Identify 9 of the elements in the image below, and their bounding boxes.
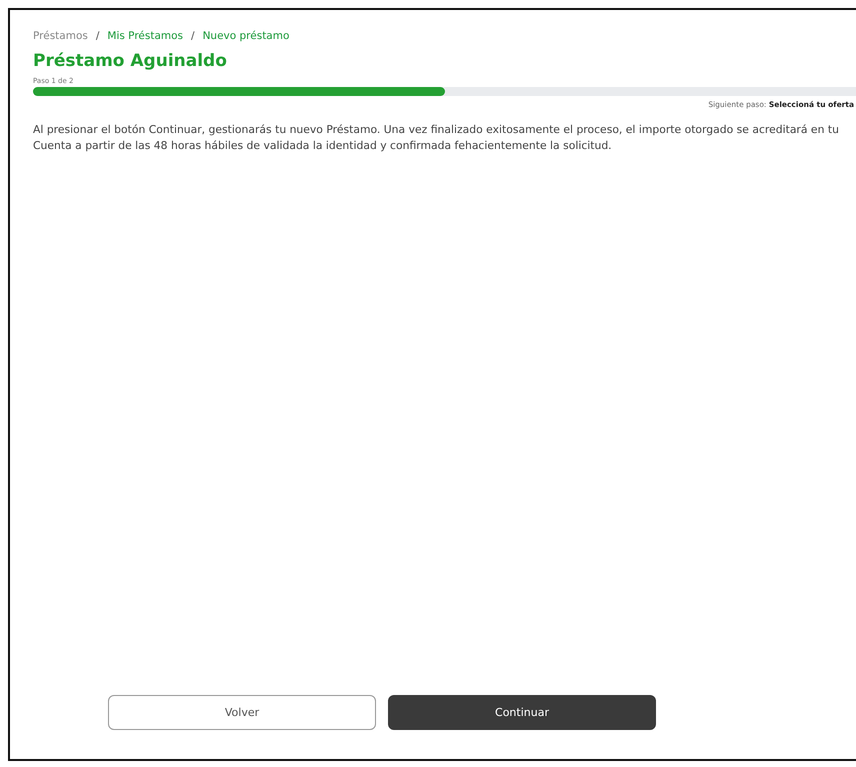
breadcrumb-link[interactable]: Nuevo préstamo — [202, 30, 290, 42]
breadcrumb-link[interactable]: Préstamos — [33, 30, 88, 42]
info-paragraph: Al presionar el botón Continuar, gestionarás tu nuevo Préstamo. Una vez finalizado exitosamente el proceso, el importe otorgado se acreditará en tu Cuenta a partir de las 48 horas hábiles de validada la identidad y confirmada fehacientemente la solicitud. — [33, 122, 840, 154]
page-title: Préstamo Aguinaldo — [33, 51, 228, 71]
continue-button[interactable]: Continuar — [388, 695, 656, 730]
breadcrumb-separator: / — [96, 30, 100, 42]
breadcrumb-separator: / — [191, 30, 195, 42]
back-button[interactable]: Volver — [108, 695, 376, 730]
breadcrumb-link[interactable]: Mis Préstamos — [107, 30, 184, 42]
